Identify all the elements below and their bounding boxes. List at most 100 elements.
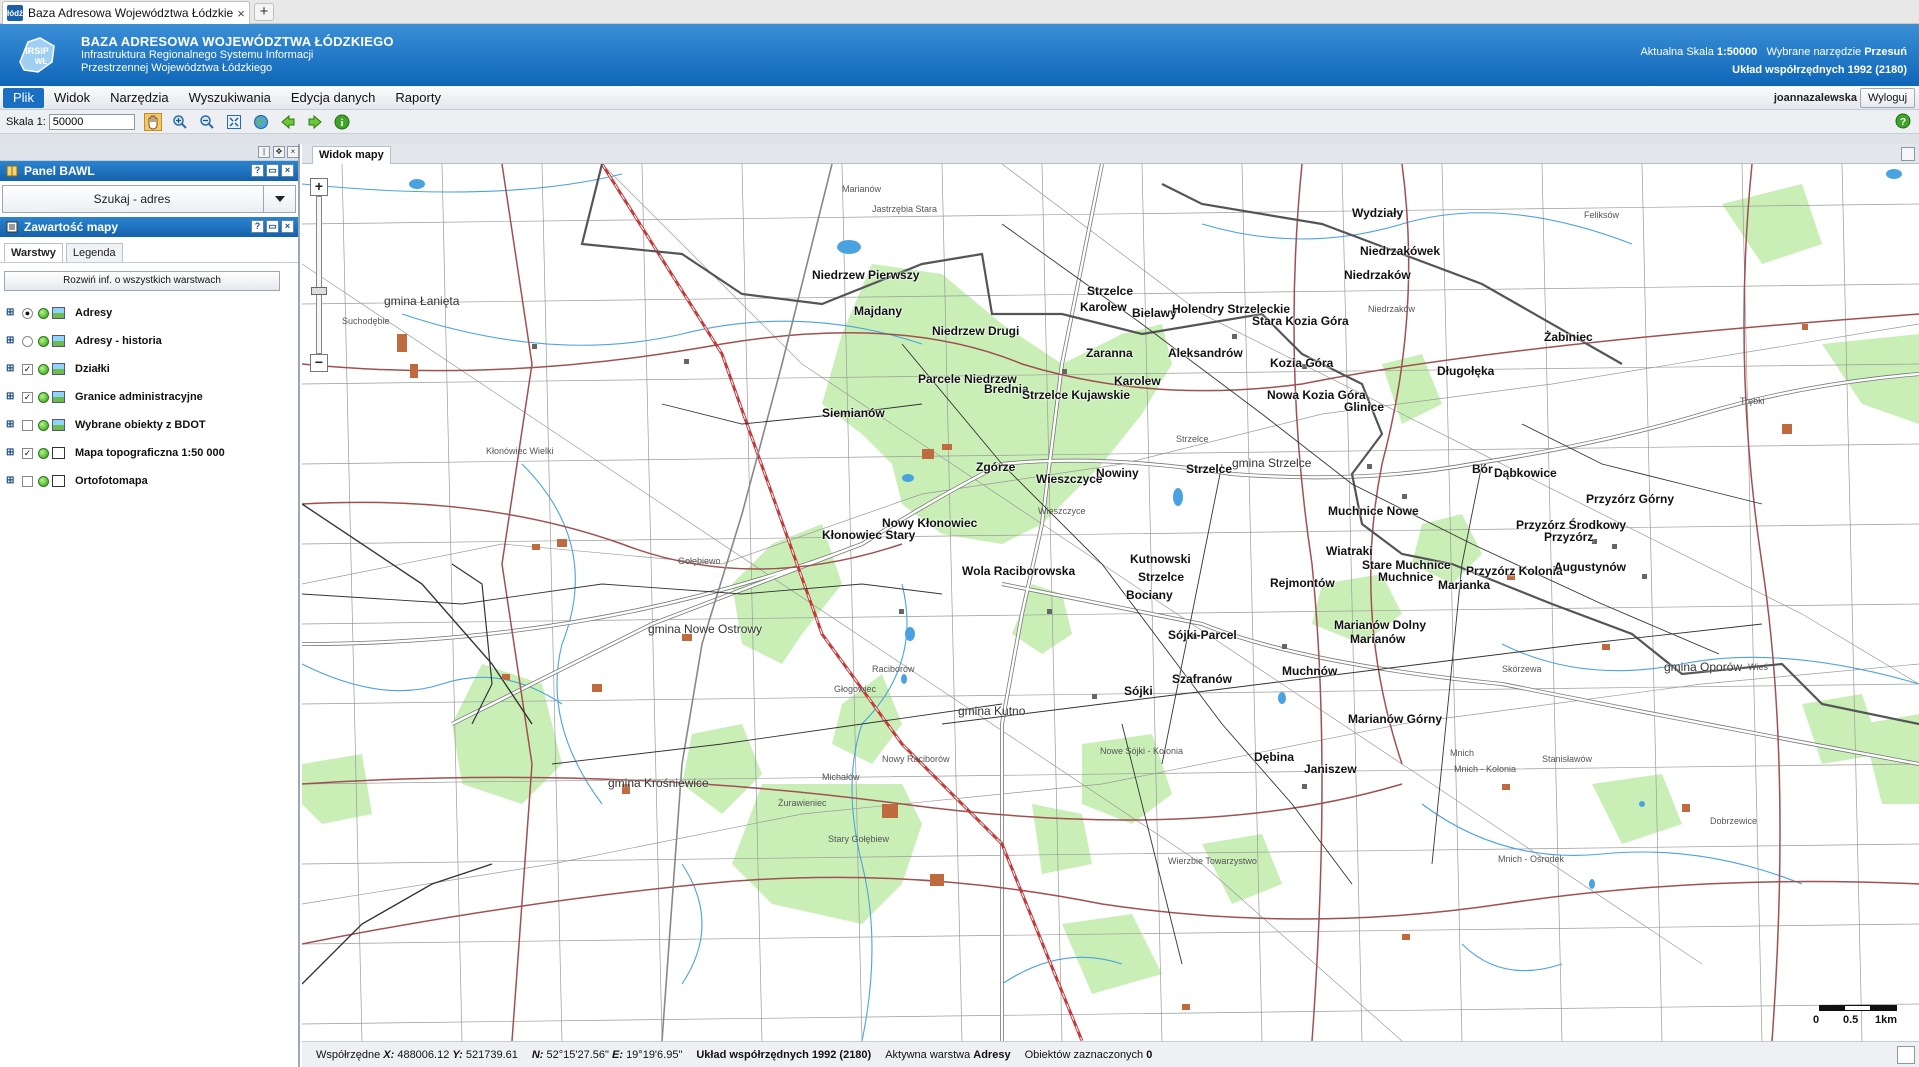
menu-edycja-danych[interactable]: Edycja danych — [281, 88, 386, 108]
app-subtitle-2: Przestrzennej Województwa Łódzkiego — [81, 62, 273, 74]
layer-checkbox[interactable]: ✓ — [22, 363, 33, 375]
browser-tab[interactable]: łódź Baza Adresowa Województwa Łódzkiego… — [2, 1, 250, 24]
map-tab-menu-icon[interactable] — [1901, 147, 1915, 161]
zoom-out-icon[interactable] — [198, 113, 216, 131]
layer-name: Adresy — [75, 307, 113, 319]
town-label: Dąbkowice — [1494, 466, 1557, 480]
menu-plik[interactable]: Plik — [3, 87, 44, 108]
forward-icon[interactable] — [306, 113, 324, 131]
menu-widok[interactable]: Widok — [44, 88, 100, 108]
layer-radio[interactable]: ● — [22, 307, 33, 319]
layer-type-icon — [52, 391, 65, 403]
layer-name: Działki — [75, 363, 110, 375]
help-icon[interactable]: ? — [251, 164, 264, 177]
town-label: Szafranów — [1172, 672, 1233, 686]
layer-item[interactable]: ⊞ ✓ Mapa topograficzna 1:50 000 — [0, 439, 298, 467]
layer-name: Mapa topograficzna 1:50 000 — [75, 447, 225, 459]
tab-legenda[interactable]: Legenda — [65, 243, 123, 262]
town-label: Zaranna — [1086, 346, 1133, 360]
layer-type-icon — [52, 475, 65, 487]
layer-item[interactable]: ⊞ Wybrane obiekty z BDOT — [0, 411, 298, 439]
zoom-extent-icon[interactable] — [225, 113, 243, 131]
layer-item[interactable]: ⊞ Ortofotomapa — [0, 467, 298, 495]
layer-checkbox[interactable]: ✓ — [22, 447, 33, 459]
expand-icon[interactable]: ⊞ — [6, 448, 16, 458]
visibility-icon[interactable] — [38, 475, 49, 487]
layer-radio[interactable] — [22, 335, 33, 347]
logout-button[interactable]: Wyloguj — [1860, 88, 1915, 108]
close-icon[interactable]: × — [281, 164, 294, 177]
place-label: Żurawieniec — [778, 798, 827, 808]
zoom-in-button[interactable]: + — [310, 178, 328, 196]
visibility-icon[interactable] — [38, 363, 49, 375]
expand-icon[interactable]: ⊞ — [6, 392, 16, 402]
town-label: Zgórze — [976, 460, 1016, 474]
scale-label: Skala 1: — [6, 115, 46, 128]
menu-wyszukiwania[interactable]: Wyszukiwania — [179, 88, 281, 108]
tab-map-view[interactable]: Widok mapy — [312, 146, 391, 164]
town-label: Przyzórz — [1544, 530, 1594, 544]
search-address-label: Szukaj - adres — [93, 192, 171, 206]
restore-icon[interactable]: ▭ — [266, 164, 279, 177]
scale-input[interactable] — [48, 113, 135, 130]
close-icon[interactable]: × — [281, 220, 294, 233]
app-title: BAZA ADRESOWA WOJEWÓDZTWA ŁÓDZKIEGO — [81, 34, 394, 49]
username: joannazalewska — [1773, 92, 1857, 104]
expand-icon[interactable]: ⊞ — [6, 420, 16, 430]
visibility-icon[interactable] — [38, 447, 49, 459]
zoom-control[interactable]: + − — [310, 178, 328, 378]
layer-item[interactable]: ⊞ Adresy - historia — [0, 327, 298, 355]
expand-icon[interactable]: ⊞ — [6, 336, 16, 346]
visibility-icon[interactable] — [38, 391, 49, 403]
status-tool-icon[interactable] — [1897, 1046, 1915, 1064]
collapse-left-icon[interactable]: |← — [258, 146, 270, 166]
layer-item[interactable]: ⊞ ✓ Granice administracyjne — [0, 383, 298, 411]
layer-checkbox[interactable]: ✓ — [22, 391, 33, 403]
layer-item[interactable]: ⊞ ● Adresy — [0, 299, 298, 327]
layers-icon — [6, 221, 18, 233]
search-address-dropdown[interactable]: Szukaj - adres — [2, 185, 296, 213]
map-view[interactable]: Wydziały Niedrzakówek Niedrzaków Niedrzew P… — [302, 164, 1919, 1041]
expand-icon[interactable]: ⊞ — [6, 476, 16, 486]
active-layer-value: Adresy — [973, 1048, 1011, 1061]
place-label: Kłonówiec Wielki — [486, 446, 554, 456]
zoom-slider-knob[interactable] — [311, 287, 327, 295]
help-icon[interactable]: ? — [1895, 113, 1911, 129]
help-icon[interactable]: ? — [251, 220, 264, 233]
new-tab-button[interactable]: + — [254, 3, 274, 21]
town-label: Karolew — [1080, 300, 1127, 314]
gmina-label: gmina Oporów — [1664, 660, 1743, 674]
expand-icon[interactable]: ⊞ — [6, 308, 16, 318]
zoom-out-button[interactable]: − — [310, 354, 328, 372]
info-icon[interactable]: i — [333, 113, 351, 131]
layer-item[interactable]: ⊞ ✓ Działki — [0, 355, 298, 383]
gmina-label: gmina Kutno — [958, 704, 1026, 718]
visibility-icon[interactable] — [38, 335, 49, 347]
layer-name: Granice administracyjne — [75, 391, 203, 403]
pan-icon[interactable] — [143, 112, 162, 131]
menu-raporty[interactable]: Raporty — [385, 88, 451, 108]
tab-close-icon[interactable]: × — [233, 6, 249, 21]
zoom-slider[interactable] — [311, 196, 327, 354]
place-label: Wieszczyce — [1038, 506, 1086, 516]
globe-icon[interactable] — [252, 113, 270, 131]
menu-narzedzia[interactable]: Narzędzia — [100, 88, 179, 108]
visibility-icon[interactable] — [38, 307, 49, 319]
place-label: Wieś — [1748, 662, 1768, 672]
tab-warstwy[interactable]: Warstwy — [4, 243, 63, 262]
place-label: Mnich - Kolonia — [1454, 764, 1517, 774]
zoom-in-icon[interactable] — [171, 113, 189, 131]
back-icon[interactable] — [279, 113, 297, 131]
chevron-down-icon[interactable] — [263, 186, 295, 212]
visibility-icon[interactable] — [38, 419, 49, 431]
layer-type-icon — [52, 307, 65, 319]
expand-all-button[interactable]: Rozwiń inf. o wszystkich warstwach — [4, 271, 280, 291]
move-icon[interactable]: ✥ — [273, 146, 285, 158]
layer-checkbox[interactable] — [22, 475, 33, 487]
expand-icon[interactable]: ⊞ — [6, 364, 16, 374]
close-panel-icon[interactable]: × — [287, 146, 299, 158]
restore-icon[interactable]: ▭ — [266, 220, 279, 233]
layer-checkbox[interactable] — [22, 419, 33, 431]
place-label: Dobrzewice — [1710, 816, 1758, 826]
separator — [0, 134, 1919, 144]
